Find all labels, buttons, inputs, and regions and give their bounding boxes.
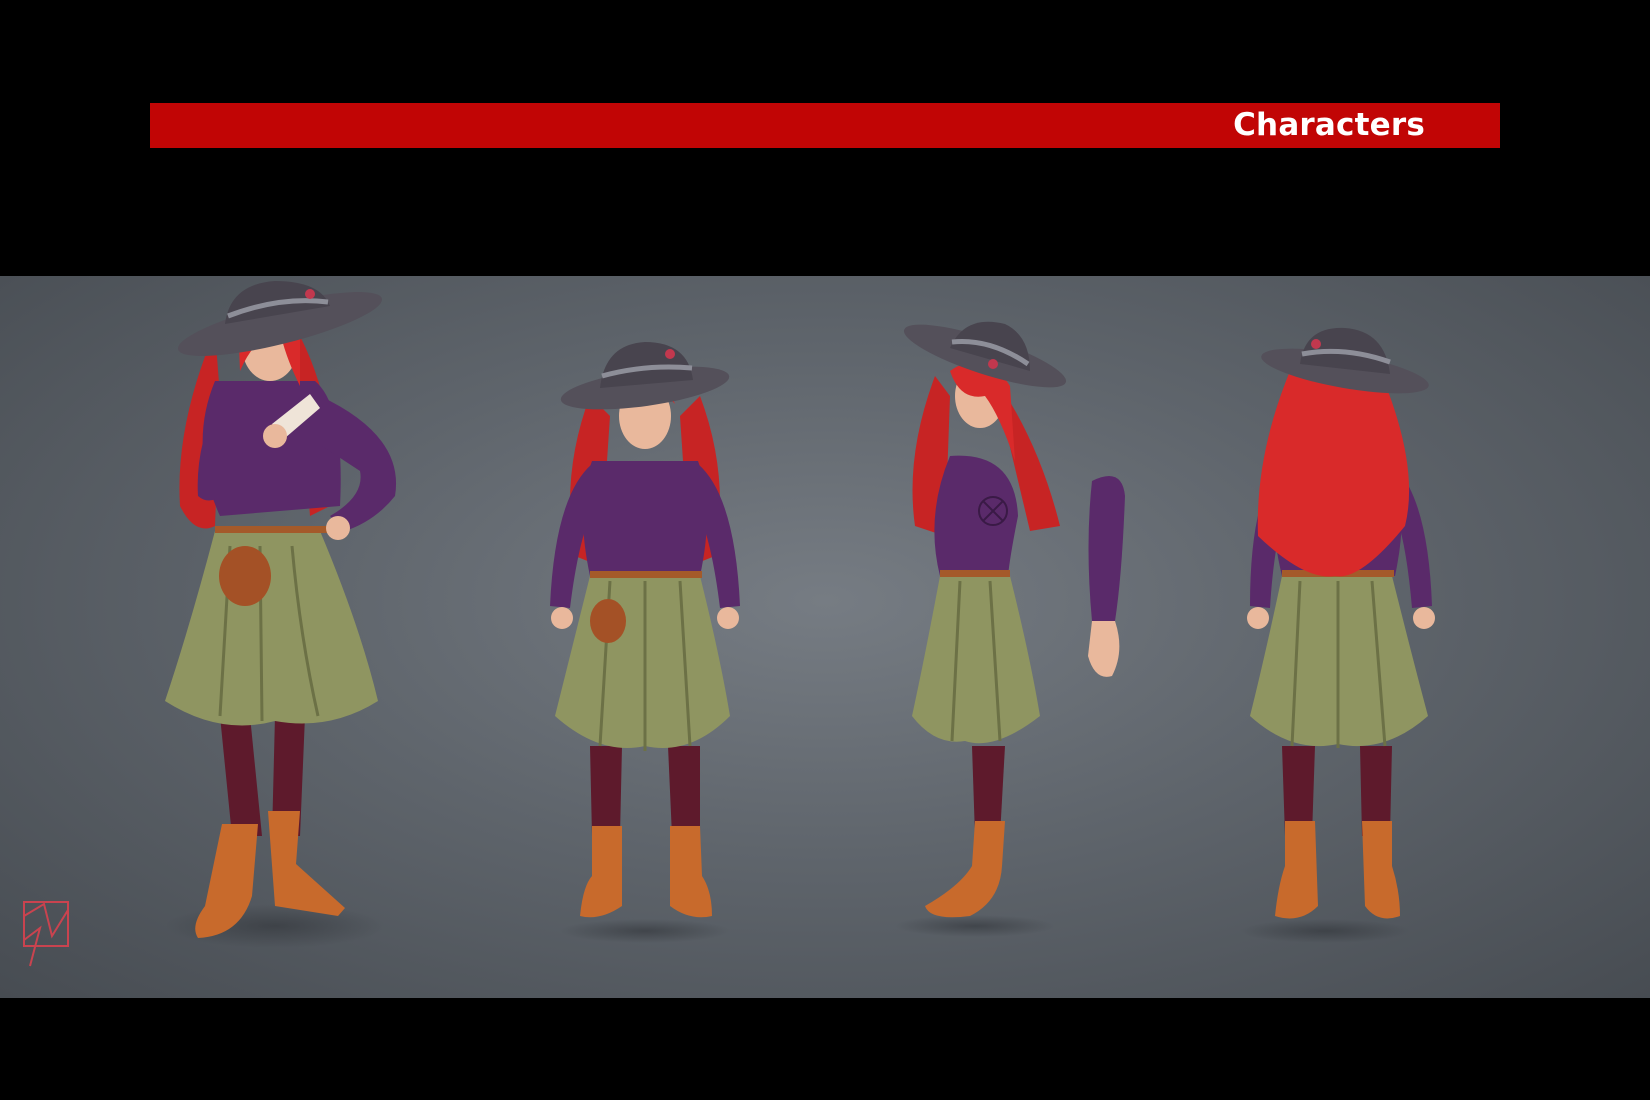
section-title: Characters: [1233, 107, 1425, 143]
character-side-view: [895, 321, 1125, 937]
character-back-view: [1240, 327, 1435, 943]
turnaround-canvas: [23, 281, 1435, 967]
artist-monogram-icon: [23, 901, 69, 967]
character-front-view: [550, 342, 740, 943]
sleeve-detail: [1088, 476, 1125, 677]
character-front-pose: [165, 281, 397, 948]
character-turnaround-artwork: [0, 276, 1650, 998]
section-banner: Characters: [150, 103, 1500, 148]
